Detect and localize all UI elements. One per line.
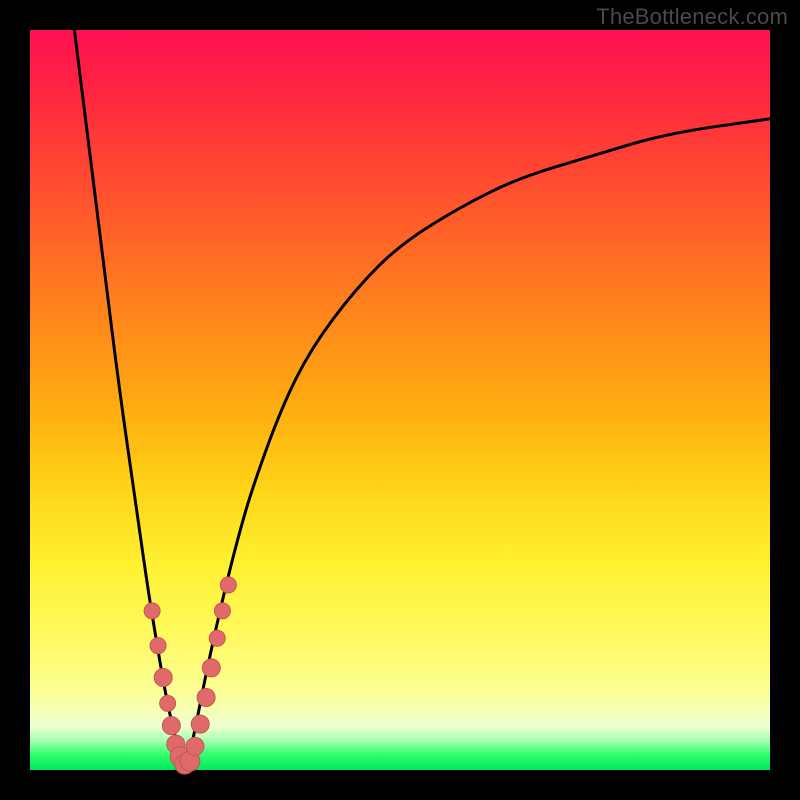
sample-point [191, 715, 209, 733]
curve-right-branch [185, 119, 770, 770]
sample-point [186, 737, 204, 755]
sample-point [150, 638, 166, 654]
plot-area [30, 30, 770, 770]
sample-point [162, 717, 180, 735]
chart-frame: TheBottleneck.com [0, 0, 800, 800]
sample-point [202, 659, 220, 677]
curve-left-branch [74, 30, 185, 770]
sample-point [209, 630, 225, 646]
sample-point [214, 603, 230, 619]
sample-point [160, 695, 176, 711]
sample-point [154, 669, 172, 687]
sample-point [220, 577, 236, 593]
sample-point [144, 603, 160, 619]
bottleneck-curve [30, 30, 770, 770]
sample-point [197, 688, 215, 706]
watermark-text: TheBottleneck.com [596, 4, 788, 30]
